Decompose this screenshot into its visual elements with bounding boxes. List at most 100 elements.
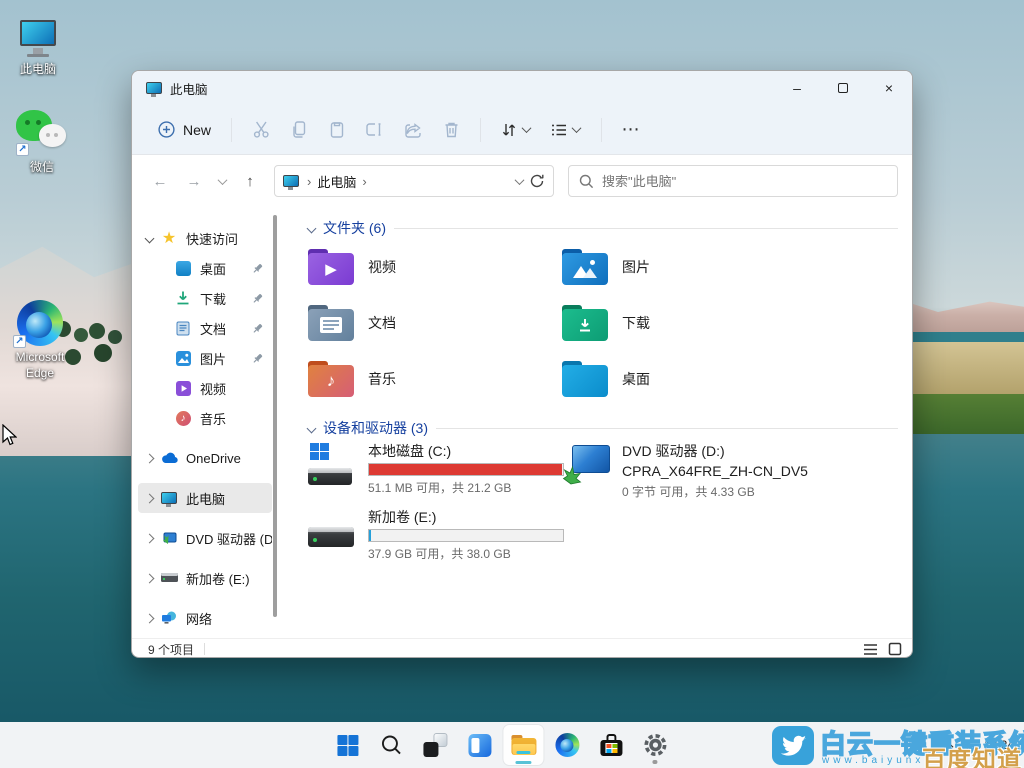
desktop-icon-this-pc[interactable]: 此电脑 bbox=[6, 8, 70, 78]
folders-group-header[interactable]: 文件夹 (6) bbox=[308, 217, 898, 239]
breadcrumb-item[interactable]: 此电脑 bbox=[317, 172, 356, 191]
ime-indicator[interactable]: 英 bbox=[962, 737, 974, 754]
chevron-down-icon bbox=[307, 423, 317, 433]
desktop-icon-label: Microsoft Edge bbox=[6, 350, 74, 381]
recent-locations-button[interactable] bbox=[214, 178, 230, 185]
sidebar-item-downloads[interactable]: 下载 bbox=[138, 283, 272, 313]
hidden-icons-chevron[interactable] bbox=[944, 741, 954, 751]
up-button[interactable]: ↑ bbox=[236, 167, 264, 195]
rename-button[interactable] bbox=[356, 113, 394, 147]
paste-button[interactable] bbox=[318, 113, 356, 147]
shortcut-arrow-icon: ↗ bbox=[13, 335, 26, 348]
desktop-icon-edge[interactable]: ↗ Microsoft Edge bbox=[6, 300, 74, 381]
chevron-down-icon[interactable] bbox=[515, 175, 525, 185]
desktop-icon-label: 此电脑 bbox=[6, 62, 70, 78]
pin-icon bbox=[251, 262, 264, 275]
breadcrumb[interactable]: › 此电脑 › bbox=[274, 165, 554, 197]
back-button[interactable]: ← bbox=[146, 167, 174, 195]
refresh-icon[interactable] bbox=[529, 173, 545, 189]
folder-tile-desktop[interactable]: 桌面 bbox=[562, 351, 898, 407]
desktop-folder-icon bbox=[562, 361, 608, 397]
plus-circle-icon bbox=[158, 121, 175, 138]
this-pc-icon bbox=[161, 492, 177, 504]
pin-icon bbox=[251, 352, 264, 365]
view-button[interactable] bbox=[539, 113, 591, 147]
videos-icon bbox=[176, 381, 191, 396]
copy-button[interactable] bbox=[280, 113, 318, 147]
widgets-button[interactable] bbox=[459, 725, 499, 765]
this-pc-icon bbox=[283, 175, 299, 187]
folder-tile-videos[interactable]: ▶ 视频 bbox=[308, 239, 562, 295]
this-pc-icon bbox=[20, 20, 56, 46]
folder-tile-music[interactable]: ♪ 音乐 bbox=[308, 351, 562, 407]
breadcrumb-separator: › bbox=[362, 174, 366, 189]
folder-tile-pictures[interactable]: 图片 bbox=[562, 239, 898, 295]
music-folder-icon: ♪ bbox=[308, 361, 354, 397]
sidebar-item-this-pc[interactable]: 此电脑 bbox=[138, 483, 272, 513]
videos-folder-icon: ▶ bbox=[308, 249, 354, 285]
search-box[interactable] bbox=[568, 165, 898, 197]
large-icons-view-toggle[interactable] bbox=[888, 642, 902, 656]
desktop-icon-label: 微信 bbox=[10, 160, 74, 176]
sidebar-item-desktop[interactable]: 桌面 bbox=[138, 253, 272, 283]
address-bar-row: ← → ↑ › 此电脑 › bbox=[132, 155, 912, 207]
disc-label: CPRA_X64FRE_ZH-CN_DV5 bbox=[622, 463, 808, 480]
more-button[interactable]: ⋯ bbox=[612, 113, 650, 147]
settings-gear-icon bbox=[642, 732, 668, 758]
chevron-right-icon bbox=[144, 533, 154, 543]
star-icon: ★ bbox=[162, 228, 176, 248]
sidebar-item-onedrive[interactable]: OneDrive bbox=[138, 443, 272, 473]
sort-button[interactable] bbox=[491, 113, 539, 147]
disk-usage-bar bbox=[368, 529, 564, 542]
clock[interactable]: 10:24 bbox=[984, 738, 1014, 752]
sidebar-item-pictures[interactable]: 图片 bbox=[138, 343, 272, 373]
desktop-folder-icon bbox=[176, 261, 191, 276]
maximize-icon bbox=[838, 83, 848, 93]
delete-button[interactable] bbox=[432, 113, 470, 147]
search-icon bbox=[380, 734, 403, 757]
taskbar-store-button[interactable] bbox=[591, 725, 631, 765]
chevron-down-icon bbox=[144, 233, 154, 243]
minimize-button[interactable]: – bbox=[774, 71, 820, 105]
taskbar-search-button[interactable] bbox=[371, 725, 411, 765]
folder-tile-downloads[interactable]: 下载 bbox=[562, 295, 898, 351]
search-icon bbox=[579, 174, 594, 189]
new-button[interactable]: New bbox=[148, 115, 221, 144]
sidebar-item-quick-access[interactable]: ★ 快速访问 bbox=[138, 223, 272, 253]
cut-button[interactable] bbox=[242, 113, 280, 147]
details-view-toggle[interactable] bbox=[863, 643, 878, 656]
navigation-pane: ★ 快速访问 桌面 下载 文档 bbox=[132, 207, 278, 638]
sidebar-item-new-volume[interactable]: 新加卷 (E:) bbox=[138, 563, 272, 593]
documents-folder-icon bbox=[308, 305, 354, 341]
desktop-icon-wechat[interactable]: ↗ 微信 bbox=[10, 110, 74, 176]
drive-tile-e[interactable]: 新加卷 (E:) 37.9 GB 可用，共 38.0 GB bbox=[308, 509, 562, 571]
folder-tile-documents[interactable]: 文档 bbox=[308, 295, 562, 351]
sidebar-item-music[interactable]: ♪ 音乐 bbox=[138, 403, 272, 433]
content-pane: 文件夹 (6) ▶ 视频 bbox=[278, 207, 912, 638]
sidebar-scrollbar[interactable] bbox=[273, 215, 277, 617]
drive-icon bbox=[161, 573, 178, 583]
devices-group-header[interactable]: 设备和驱动器 (3) bbox=[308, 417, 898, 439]
status-bar: 9 个项目 bbox=[132, 638, 912, 658]
sidebar-item-videos[interactable]: 视频 bbox=[138, 373, 272, 403]
new-volume-icon bbox=[308, 509, 356, 553]
sidebar-item-network[interactable]: 网络 bbox=[138, 603, 272, 633]
sidebar-item-dvd-drive[interactable]: DVD 驱动器 (D:) bbox=[138, 523, 272, 553]
taskbar-settings-button[interactable] bbox=[635, 725, 675, 765]
share-button[interactable] bbox=[394, 113, 432, 147]
drive-tile-c[interactable]: 本地磁盘 (C:) 51.1 MB 可用，共 21.2 GB bbox=[308, 443, 562, 505]
window-titlebar[interactable]: 此电脑 – × bbox=[132, 71, 912, 105]
task-view-button[interactable] bbox=[415, 725, 455, 765]
start-button[interactable] bbox=[327, 725, 367, 765]
microsoft-store-icon bbox=[600, 734, 622, 756]
sidebar-item-documents[interactable]: 文档 bbox=[138, 313, 272, 343]
taskbar-file-explorer-button[interactable] bbox=[503, 725, 543, 765]
taskbar-edge-button[interactable] bbox=[547, 725, 587, 765]
maximize-button[interactable] bbox=[820, 71, 866, 105]
forward-button[interactable]: → bbox=[180, 167, 208, 195]
this-pc-icon bbox=[146, 82, 162, 94]
close-button[interactable]: × bbox=[866, 71, 912, 105]
drive-tile-dvd[interactable]: DVD 驱动器 (D:) CPRA_X64FRE_ZH-CN_DV5 0 字节 … bbox=[562, 443, 898, 505]
search-input[interactable] bbox=[602, 174, 887, 189]
pictures-folder-icon bbox=[562, 249, 608, 285]
